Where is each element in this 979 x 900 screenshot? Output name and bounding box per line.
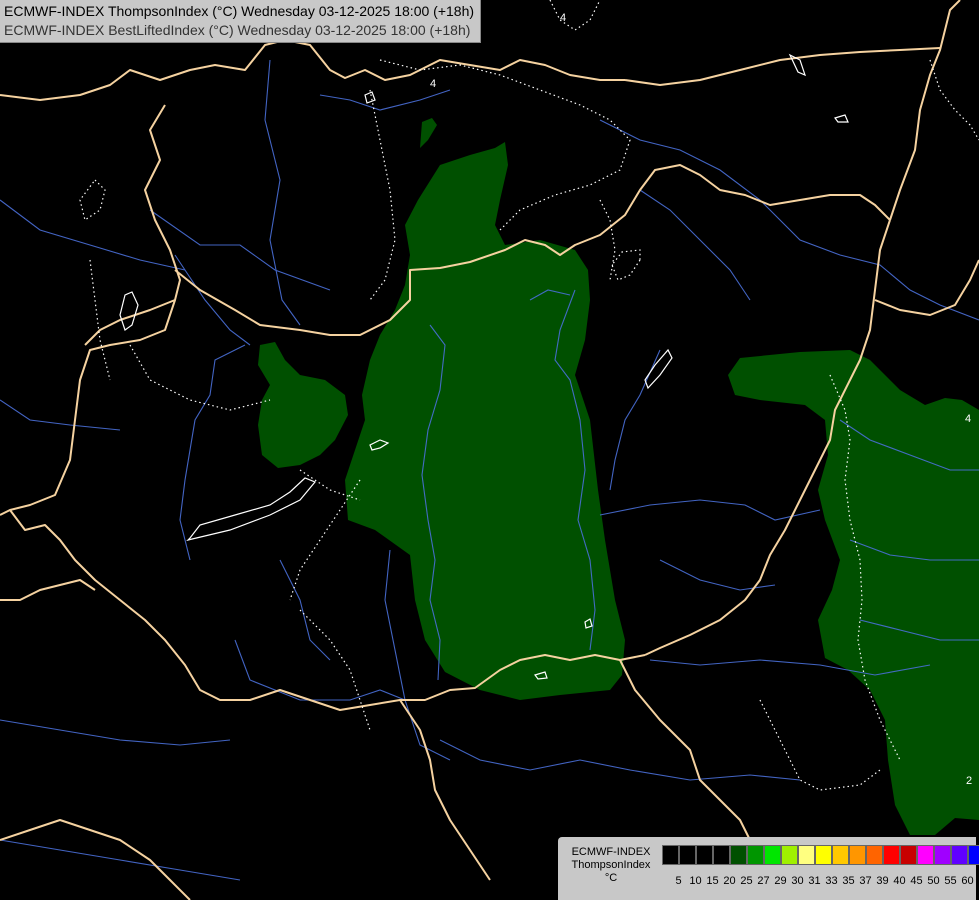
legend-tick-label: 27 — [757, 875, 770, 887]
contour-label: 4 — [430, 78, 436, 90]
legend-swatch — [662, 845, 679, 865]
legend-swatch — [832, 845, 849, 865]
legend-swatch — [866, 845, 883, 865]
legend-unit: °C — [604, 872, 618, 884]
legend-swatches — [662, 845, 979, 865]
legend-tick-label: 15 — [706, 875, 719, 887]
legend-swatch — [730, 845, 747, 865]
legend-swatch — [951, 845, 968, 865]
legend-tick-label: 35 — [842, 875, 855, 887]
legend-label: ECMWF-INDEX ThompsonIndex °C — [564, 846, 658, 885]
legend-tick-label: 37 — [859, 875, 872, 887]
legend-tick-label: 20 — [723, 875, 736, 887]
color-legend: ECMWF-INDEX ThompsonIndex °C 5 10 15 20 25 27… — [558, 837, 979, 900]
legend-swatch — [713, 845, 730, 865]
legend-tick-label: 50 — [927, 875, 940, 887]
contour-label: 4 — [965, 413, 971, 425]
legend-swatch — [679, 845, 696, 865]
map-title-lifted: ECMWF-INDEX BestLiftedIndex (°C) Wednesd… — [4, 22, 471, 38]
legend-tick-label: 40 — [893, 875, 906, 887]
legend-swatch — [781, 845, 798, 865]
legend-swatch — [934, 845, 951, 865]
legend-tick-label: 39 — [876, 875, 889, 887]
contour-label: 2 — [966, 775, 972, 787]
legend-swatch — [747, 845, 764, 865]
legend-swatch — [764, 845, 781, 865]
legend-swatch — [798, 845, 815, 865]
legend-tick-label: 29 — [774, 875, 787, 887]
weather-map: 4 4 4 2 — [0, 0, 979, 900]
legend-swatch — [883, 845, 900, 865]
legend-swatch — [696, 845, 713, 865]
legend-tick-label: 10 — [689, 875, 702, 887]
legend-swatch — [815, 845, 832, 865]
legend-tick-label: 55 — [944, 875, 957, 887]
legend-tick-label: 45 — [910, 875, 923, 887]
legend-tick-label: 25 — [740, 875, 753, 887]
legend-swatch — [900, 845, 917, 865]
legend-tick-label: 33 — [825, 875, 838, 887]
map-title-box: ECMWF-INDEX ThompsonIndex (°C) Wednesday… — [0, 0, 482, 43]
legend-tick-label: 60 — [961, 875, 974, 887]
map-title-thompson: ECMWF-INDEX ThompsonIndex (°C) Wednesday… — [4, 3, 475, 19]
legend-tick-label: 5 — [675, 875, 682, 887]
legend-tick-label: 30 — [791, 875, 804, 887]
legend-swatch — [849, 845, 866, 865]
legend-source: ECMWF-INDEX — [571, 846, 651, 858]
legend-swatch — [917, 845, 934, 865]
legend-swatch — [968, 845, 979, 865]
legend-tick-label: 31 — [808, 875, 821, 887]
contour-label: 4 — [560, 12, 566, 24]
legend-parameter: ThompsonIndex — [571, 859, 651, 871]
legend-ticks: 5 10 15 20 25 27 29 30 31 33 35 37 39 40 45 50 55 60 — [662, 875, 976, 888]
